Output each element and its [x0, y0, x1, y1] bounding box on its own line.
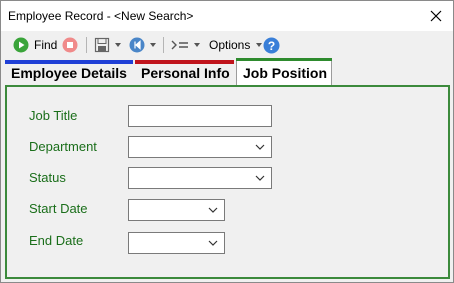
- window-title: Employee Record - <New Search>: [8, 9, 194, 23]
- svg-text:?: ?: [268, 39, 275, 53]
- tab-label: Personal Info: [141, 65, 230, 81]
- tab-accent-bar: [5, 60, 133, 64]
- chevron-down-icon: [150, 43, 156, 47]
- help-button[interactable]: ?: [263, 35, 280, 55]
- status-dropdown[interactable]: [128, 167, 272, 189]
- tab-label: Job Position: [243, 64, 327, 81]
- find-button[interactable]: Find: [13, 35, 57, 55]
- chevron-down-icon: [255, 175, 265, 181]
- start-date-picker[interactable]: [128, 199, 225, 221]
- rewind-icon: [129, 37, 145, 53]
- job-position-panel: Job Title Department Status Start Date E…: [5, 85, 450, 279]
- stop-icon: [62, 37, 78, 53]
- tab-personal-info[interactable]: Personal Info: [135, 60, 234, 86]
- chevron-down-icon: [255, 144, 265, 150]
- chevron-down-icon: [115, 43, 121, 47]
- tab-employee-details[interactable]: Employee Details: [5, 60, 133, 86]
- title-bar: Employee Record - <New Search>: [1, 1, 453, 31]
- chevron-down-icon: [256, 43, 263, 47]
- save-icon: [94, 37, 110, 53]
- close-button[interactable]: [419, 1, 453, 31]
- toolbar-separator: [163, 37, 164, 53]
- chevron-down-icon: [194, 43, 200, 47]
- chevron-down-icon: [208, 207, 218, 213]
- start-date-label: Start Date: [29, 201, 88, 216]
- close-icon: [430, 10, 442, 22]
- stop-button[interactable]: [62, 35, 78, 55]
- tab-accent-bar: [236, 58, 332, 61]
- status-label: Status: [29, 170, 66, 185]
- tab-strip: Employee Details Personal Info Job Posit…: [1, 58, 453, 86]
- employee-record-window: Employee Record - <New Search> Find Opti…: [0, 0, 454, 283]
- filter-arrow-icon: [171, 40, 188, 50]
- job-title-input[interactable]: [128, 105, 272, 127]
- tab-label: Employee Details: [11, 65, 127, 81]
- end-date-picker[interactable]: [128, 232, 225, 254]
- department-label: Department: [29, 139, 97, 154]
- find-label: Find: [34, 38, 58, 52]
- tab-job-position[interactable]: Job Position: [236, 58, 332, 86]
- department-dropdown[interactable]: [128, 136, 272, 158]
- filter-button[interactable]: [171, 35, 200, 55]
- play-icon: [13, 37, 29, 53]
- toolbar-separator: [86, 37, 87, 53]
- save-button[interactable]: [94, 35, 121, 55]
- navigate-first-button[interactable]: [129, 35, 156, 55]
- options-label: Options: [209, 38, 251, 52]
- help-icon: ?: [263, 37, 280, 53]
- chevron-down-icon: [208, 240, 218, 246]
- end-date-label: End Date: [29, 233, 84, 248]
- options-button[interactable]: Options: [209, 35, 263, 55]
- tab-accent-bar: [135, 60, 234, 64]
- toolbar: Find Options ?: [1, 32, 453, 58]
- job-title-label: Job Title: [29, 108, 78, 123]
